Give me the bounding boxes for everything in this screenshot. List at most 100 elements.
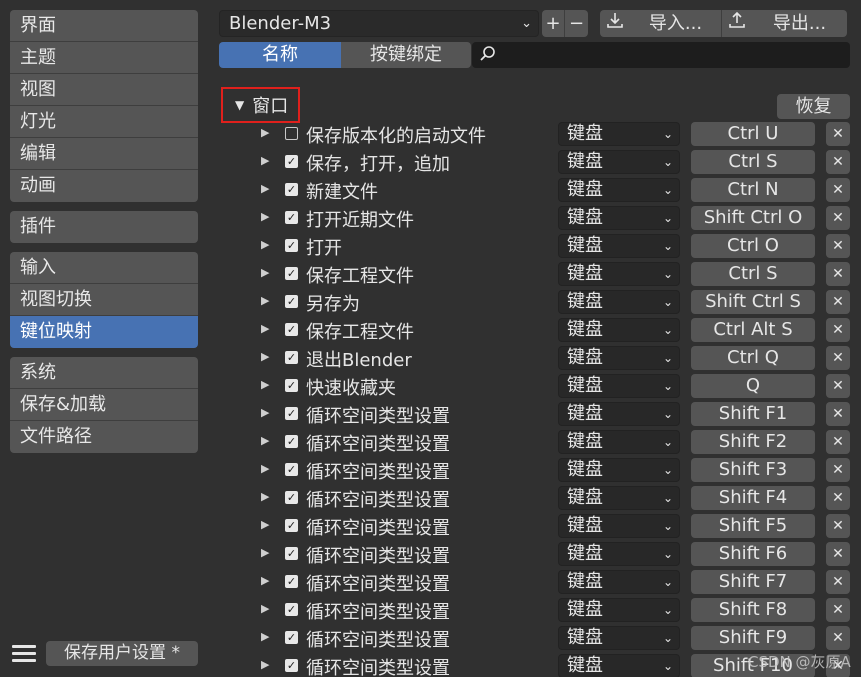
triangle-right-icon[interactable]: ▶	[261, 630, 269, 643]
triangle-right-icon[interactable]: ▶	[261, 462, 269, 475]
item-enabled-checkbox[interactable]: ✓	[285, 435, 298, 448]
device-type-dropdown[interactable]: 键盘 ⌄	[558, 318, 680, 342]
item-enabled-checkbox[interactable]: ✓	[285, 575, 298, 588]
close-icon[interactable]: ✕	[826, 234, 850, 258]
device-type-dropdown[interactable]: 键盘 ⌄	[558, 234, 680, 258]
triangle-right-icon[interactable]: ▶	[261, 210, 269, 223]
device-type-dropdown[interactable]: 键盘 ⌄	[558, 486, 680, 510]
triangle-right-icon[interactable]: ▶	[261, 574, 269, 587]
triangle-right-icon[interactable]: ▶	[261, 350, 269, 363]
close-icon[interactable]: ✕	[826, 318, 850, 342]
triangle-right-icon[interactable]: ▶	[261, 602, 269, 615]
triangle-right-icon[interactable]: ▶	[261, 546, 269, 559]
triangle-right-icon[interactable]: ▶	[261, 238, 269, 251]
device-type-dropdown[interactable]: 键盘 ⌄	[558, 598, 680, 622]
triangle-right-icon[interactable]: ▶	[261, 658, 269, 671]
triangle-right-icon[interactable]: ▶	[261, 154, 269, 167]
category-window-header[interactable]: ▼ 窗口	[221, 87, 300, 123]
key-binding-button[interactable]: Shift F5	[691, 514, 815, 538]
close-icon[interactable]: ✕	[826, 150, 850, 174]
item-enabled-checkbox[interactable]: ✓	[285, 267, 298, 280]
close-icon[interactable]: ✕	[826, 626, 850, 650]
key-binding-button[interactable]: Ctrl S	[691, 262, 815, 286]
key-binding-button[interactable]: Shift F6	[691, 542, 815, 566]
search-input[interactable]	[472, 42, 850, 68]
triangle-right-icon[interactable]: ▶	[261, 182, 269, 195]
search-by-key-tab[interactable]: 按键绑定	[341, 42, 471, 68]
key-binding-button[interactable]: Shift F2	[691, 430, 815, 454]
device-type-dropdown[interactable]: 键盘 ⌄	[558, 542, 680, 566]
triangle-right-icon[interactable]: ▶	[261, 406, 269, 419]
item-enabled-checkbox[interactable]: ✓	[285, 211, 298, 224]
key-binding-button[interactable]: Shift F4	[691, 486, 815, 510]
close-icon[interactable]: ✕	[826, 402, 850, 426]
restore-button[interactable]: 恢复	[777, 94, 850, 119]
key-binding-button[interactable]: Ctrl S	[691, 150, 815, 174]
item-enabled-checkbox[interactable]	[285, 127, 298, 140]
close-icon[interactable]: ✕	[826, 262, 850, 286]
triangle-right-icon[interactable]: ▶	[261, 126, 269, 139]
key-binding-button[interactable]: Shift Ctrl S	[691, 290, 815, 314]
device-type-dropdown[interactable]: 键盘 ⌄	[558, 346, 680, 370]
sidebar-item[interactable]: 视图	[10, 74, 198, 106]
triangle-right-icon[interactable]: ▶	[261, 490, 269, 503]
key-binding-button[interactable]: Ctrl Alt S	[691, 318, 815, 342]
triangle-right-icon[interactable]: ▶	[261, 294, 269, 307]
device-type-dropdown[interactable]: 键盘 ⌄	[558, 374, 680, 398]
item-enabled-checkbox[interactable]: ✓	[285, 239, 298, 252]
device-type-dropdown[interactable]: 键盘 ⌄	[558, 430, 680, 454]
remove-preset-button[interactable]: −	[565, 10, 588, 37]
key-binding-button[interactable]: Shift F9	[691, 626, 815, 650]
device-type-dropdown[interactable]: 键盘 ⌄	[558, 654, 680, 677]
keymap-preset-dropdown[interactable]: Blender-M3 ⌄	[219, 10, 539, 37]
item-enabled-checkbox[interactable]: ✓	[285, 491, 298, 504]
item-enabled-checkbox[interactable]: ✓	[285, 631, 298, 644]
import-button[interactable]: 导入...	[600, 10, 722, 37]
device-type-dropdown[interactable]: 键盘 ⌄	[558, 514, 680, 538]
device-type-dropdown[interactable]: 键盘 ⌄	[558, 150, 680, 174]
close-icon[interactable]: ✕	[826, 598, 850, 622]
key-binding-button[interactable]: Ctrl U	[691, 122, 815, 146]
key-binding-button[interactable]: Q	[691, 374, 815, 398]
item-enabled-checkbox[interactable]: ✓	[285, 183, 298, 196]
close-icon[interactable]: ✕	[826, 122, 850, 146]
triangle-right-icon[interactable]: ▶	[261, 434, 269, 447]
key-binding-button[interactable]: Shift F8	[691, 598, 815, 622]
device-type-dropdown[interactable]: 键盘 ⌄	[558, 458, 680, 482]
device-type-dropdown[interactable]: 键盘 ⌄	[558, 570, 680, 594]
item-enabled-checkbox[interactable]: ✓	[285, 603, 298, 616]
item-enabled-checkbox[interactable]: ✓	[285, 547, 298, 560]
item-enabled-checkbox[interactable]: ✓	[285, 379, 298, 392]
key-binding-button[interactable]: Shift F3	[691, 458, 815, 482]
device-type-dropdown[interactable]: 键盘 ⌄	[558, 626, 680, 650]
device-type-dropdown[interactable]: 键盘 ⌄	[558, 290, 680, 314]
item-enabled-checkbox[interactable]: ✓	[285, 659, 298, 672]
item-enabled-checkbox[interactable]: ✓	[285, 295, 298, 308]
close-icon[interactable]: ✕	[826, 430, 850, 454]
export-button[interactable]: 导出...	[722, 10, 847, 37]
device-type-dropdown[interactable]: 键盘 ⌄	[558, 178, 680, 202]
triangle-right-icon[interactable]: ▶	[261, 322, 269, 335]
triangle-right-icon[interactable]: ▶	[261, 378, 269, 391]
item-enabled-checkbox[interactable]: ✓	[285, 519, 298, 532]
device-type-dropdown[interactable]: 键盘 ⌄	[558, 122, 680, 146]
close-icon[interactable]: ✕	[826, 206, 850, 230]
key-binding-button[interactable]: Ctrl Q	[691, 346, 815, 370]
device-type-dropdown[interactable]: 键盘 ⌄	[558, 402, 680, 426]
close-icon[interactable]: ✕	[826, 514, 850, 538]
close-icon[interactable]: ✕	[826, 290, 850, 314]
search-by-name-tab[interactable]: 名称	[219, 42, 341, 68]
item-enabled-checkbox[interactable]: ✓	[285, 351, 298, 364]
add-preset-button[interactable]: +	[542, 10, 565, 37]
close-icon[interactable]: ✕	[826, 374, 850, 398]
key-binding-button[interactable]: Ctrl O	[691, 234, 815, 258]
sidebar-item[interactable]: 主题	[10, 42, 198, 74]
close-icon[interactable]: ✕	[826, 486, 850, 510]
item-enabled-checkbox[interactable]: ✓	[285, 323, 298, 336]
device-type-dropdown[interactable]: 键盘 ⌄	[558, 206, 680, 230]
sidebar-item[interactable]: 界面	[10, 10, 198, 42]
item-enabled-checkbox[interactable]: ✓	[285, 463, 298, 476]
item-enabled-checkbox[interactable]: ✓	[285, 155, 298, 168]
device-type-dropdown[interactable]: 键盘 ⌄	[558, 262, 680, 286]
close-icon[interactable]: ✕	[826, 346, 850, 370]
